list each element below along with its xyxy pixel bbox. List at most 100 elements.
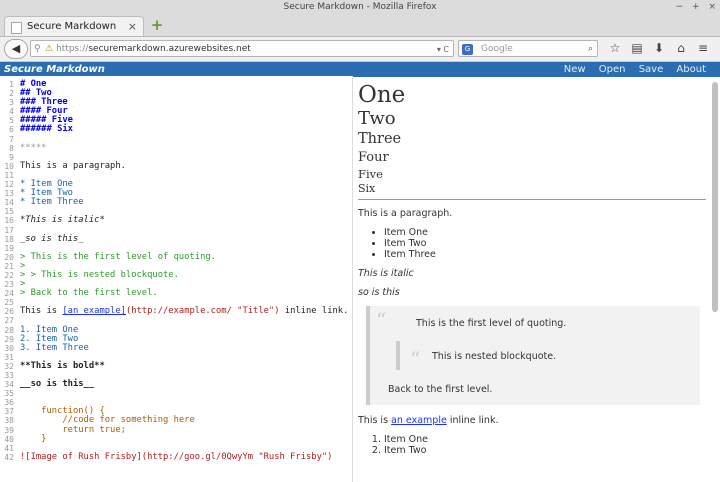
scrollbar-thumb[interactable] [712,82,718,312]
line-number: 35 [4,389,14,399]
code-line: ***** [20,142,47,153]
code-line: ###### Six [20,124,73,135]
code-line: # One [20,79,47,89]
line-number: 42 [4,452,14,462]
toolbar-icons: ☆ ▤ ⬇ ⌂ ≡ [604,40,714,57]
bookmark-star-icon[interactable]: ☆ [604,40,626,57]
code-line: > This is the first level of quoting. [20,251,216,262]
site-identity-icon[interactable]: ⚲ [34,41,41,58]
code-line: > Back to the first level. [20,288,158,299]
preview-nested-blockquote: “ This is nested blockquote. [396,341,690,371]
home-icon[interactable]: ⌂ [670,40,692,57]
preview-blockquote: “ This is the first level of quoting. “ … [366,306,700,405]
line-number: 14 [4,198,14,208]
link-prefix: This is [358,415,392,426]
line-number: 16 [4,216,14,226]
window-controls: − + × [670,0,716,14]
line-number: 36 [4,398,14,408]
quote-nested: This is nested blockquote. [432,351,557,362]
url-scheme: https:// [56,44,89,54]
line-number: 17 [4,225,14,235]
tab-label: Secure Markdown [27,21,117,32]
line-number: 27 [4,316,14,326]
code-link-suffix: inline link. [279,306,349,317]
maximize-icon[interactable]: + [692,2,700,12]
preview-h3: Three [358,131,402,147]
minimize-icon[interactable]: − [676,2,684,12]
preview-paragraph: This is a paragraph. [358,208,453,219]
line-number: 28 [4,325,14,335]
preview-link[interactable]: an example [391,415,447,426]
line-number: 12 [4,180,14,190]
menu-open[interactable]: Open [599,64,626,75]
search-icon[interactable]: ⌕ [588,41,593,58]
code-line: > > This is nested blockquote. [20,269,179,280]
page-scrollbar[interactable] [712,76,718,482]
line-number: 22 [4,270,14,280]
line-number: 5 [9,116,14,126]
line-number: 19 [4,243,14,253]
line-number: 6 [9,125,14,135]
code-line: _so is this_ [20,233,84,244]
quote-mark-icon: “ [410,347,421,371]
reading-list-icon[interactable]: ▤ [626,40,648,57]
line-number: 32 [4,361,14,371]
window-titlebar: Secure Markdown - Mozilla Firefox − + × [0,0,720,14]
close-tab-icon[interactable]: × [128,17,137,37]
line-number: 8 [9,143,14,153]
url-host: securemarkdown.azurewebsites.net [88,44,251,54]
line-number: 39 [4,425,14,435]
new-tab-icon[interactable]: + [150,18,164,33]
app-menu: New Open Save About [554,62,706,77]
preview-h2: Two [358,108,396,129]
line-number: 18 [4,234,14,244]
code-link-prefix: This is [20,306,63,317]
menu-new[interactable]: New [564,64,586,75]
search-engine-icon[interactable]: G [462,44,473,55]
list-item: Item Two [384,445,706,456]
navigation-toolbar: ◀ ⚲ ⚠ https://securemarkdown.azurewebsite… [0,37,720,62]
list-item: Item One [384,434,706,445]
code-line: **This is bold** [20,360,105,371]
url-bar[interactable]: ⚲ ⚠ https://securemarkdown.azurewebsites.… [30,40,454,57]
list-item: Item Two [384,238,706,249]
line-number: 40 [4,434,14,444]
close-window-icon[interactable]: × [708,2,716,12]
code-line: This is a paragraph. [20,160,126,171]
line-number: 9 [9,152,14,162]
preview-h4: Four [358,150,389,165]
line-number: 7 [9,134,14,144]
line-number: 13 [4,189,14,199]
preview-h1: One [358,82,406,108]
line-number: 33 [4,371,14,380]
code-link-text: [an example] [62,306,126,317]
browser-tab[interactable]: Secure Markdown × [4,16,144,36]
page-favicon-icon [11,22,22,34]
reload-icon[interactable]: C [443,45,449,54]
dropdown-icon[interactable]: ▾ [437,45,441,54]
menu-icon[interactable]: ≡ [692,40,714,57]
main-content: 1 2 3 4 5 6 7 8 9 10 11 12 13 14 15 16 17 18 19 20 21 22 23 24 2… [0,76,720,482]
line-number: 26 [4,307,14,317]
line-number: 41 [4,443,14,453]
menu-about[interactable]: About [676,64,706,75]
app-brand: Secure Markdown [4,64,105,75]
back-button[interactable]: ◀ [4,39,28,59]
line-number: 37 [4,407,14,417]
menu-save[interactable]: Save [639,64,664,75]
url-actions: ▾ C [437,41,449,58]
quote-level-1: This is the first level of quoting. [416,318,567,329]
editor-text[interactable]: # One ## Two ### Three #### Four ##### Five #… [20,79,349,462]
line-number: 23 [4,280,14,290]
warning-icon[interactable]: ⚠ [45,44,53,54]
markdown-editor[interactable]: 1 2 3 4 5 6 7 8 9 10 11 12 13 14 15 16 17 18 19 20 21 22 23 24 2… [0,76,353,482]
download-icon[interactable]: ⬇ [648,40,670,57]
quote-mark-icon: “ [376,308,387,332]
line-number: 1 [9,80,14,89]
line-number: 15 [4,207,14,217]
preview-italic-1: This is italic [358,268,414,279]
search-bar[interactable]: G Google ⌕ [458,40,598,57]
tab-bar: Secure Markdown × + [0,14,720,37]
line-number: 31 [4,352,14,362]
